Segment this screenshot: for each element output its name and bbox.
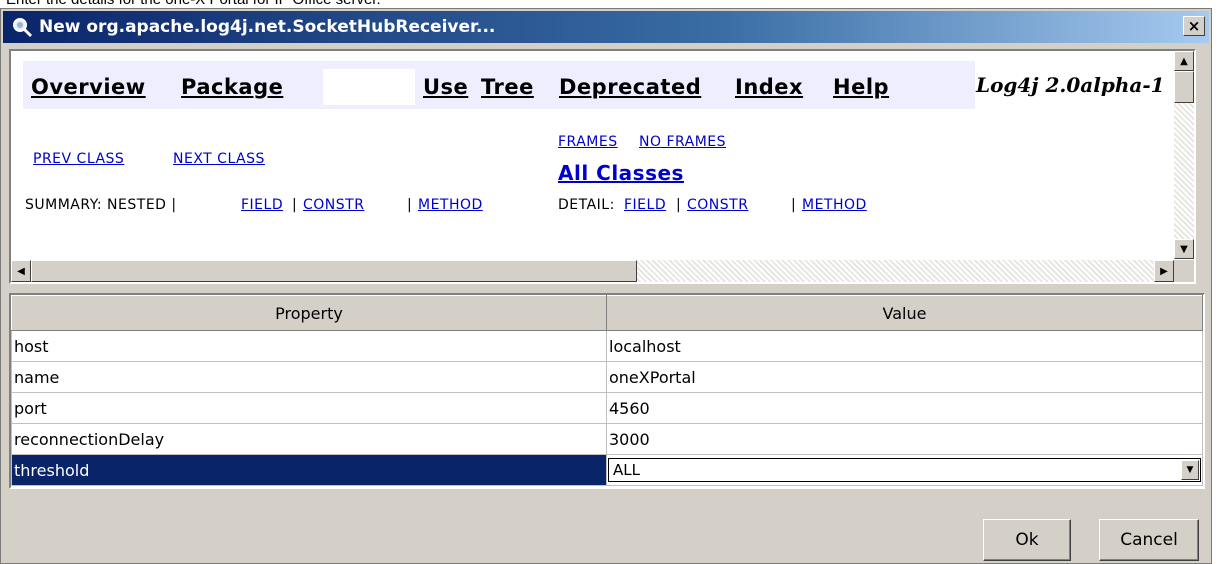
table-row[interactable]: port 4560: [11, 392, 1203, 424]
arrow-right-icon: ▶: [1160, 265, 1168, 277]
property-cell-host[interactable]: host: [11, 330, 607, 362]
property-cell-reconnection-delay[interactable]: reconnectionDelay: [11, 423, 607, 455]
value-cell-port[interactable]: 4560: [606, 392, 1203, 424]
summary-method-link[interactable]: METHOD: [418, 197, 483, 213]
nav-package-link[interactable]: Package: [181, 75, 283, 99]
title-bar[interactable]: New org.apache.log4j.net.SocketHubReceiv…: [3, 11, 1209, 43]
scrollbar-corner: [1174, 260, 1194, 282]
value-cell-host[interactable]: localhost: [606, 330, 1203, 362]
separator: |: [791, 197, 797, 213]
detail-label: DETAIL:: [558, 197, 615, 213]
threshold-select-value: ALL: [613, 461, 640, 479]
property-cell-port[interactable]: port: [11, 392, 607, 424]
value-cell-threshold: ALL ▼: [606, 454, 1203, 486]
table-header-row: Property Value: [11, 295, 1203, 331]
table-row[interactable]: host localhost: [11, 330, 1203, 362]
threshold-dropdown-button[interactable]: ▼: [1181, 460, 1199, 480]
page-caption: Enter the details for the one-X Portal f…: [6, 0, 381, 8]
separator: |: [407, 197, 413, 213]
version-label: Log4j 2.0alpha-1: [976, 73, 1165, 97]
nav-help-link[interactable]: Help: [833, 75, 889, 99]
separator: |: [292, 197, 298, 213]
table-row-selected[interactable]: threshold ALL ▼: [11, 454, 1203, 486]
window-title: New org.apache.log4j.net.SocketHubReceiv…: [39, 17, 496, 37]
all-classes-link[interactable]: All Classes: [558, 161, 684, 185]
summary-field-link[interactable]: FIELD: [241, 197, 283, 213]
search-magnifier-icon: [13, 18, 33, 38]
summary-constr-link[interactable]: CONSTR: [303, 197, 364, 213]
nav-index-link[interactable]: Index: [735, 75, 803, 99]
table-row[interactable]: name oneXPortal: [11, 361, 1203, 393]
vertical-scroll-thumb[interactable]: [1174, 71, 1194, 103]
horizontal-scroll-thumb[interactable]: [31, 260, 637, 282]
javadoc-navbar: Overview Package Use Tree Deprecated Ind…: [23, 61, 975, 109]
threshold-select[interactable]: ALL ▼: [608, 458, 1201, 482]
close-button[interactable]: ×: [1183, 16, 1205, 36]
scroll-down-button[interactable]: ▼: [1174, 239, 1194, 259]
vertical-scrollbar[interactable]: ▲ ▼: [1174, 51, 1194, 259]
prev-class-link[interactable]: PREV CLASS: [33, 151, 124, 167]
detail-field-link[interactable]: FIELD: [624, 197, 666, 213]
detail-method-link[interactable]: METHOD: [802, 197, 867, 213]
horizontal-scrollbar[interactable]: ◀ ▶: [11, 260, 1174, 282]
cancel-button[interactable]: Cancel: [1099, 519, 1199, 561]
chevron-down-icon: ▼: [1186, 465, 1194, 475]
next-class-link[interactable]: NEXT CLASS: [173, 151, 265, 167]
column-header-property[interactable]: Property: [11, 295, 607, 331]
property-table-container: Property Value host localhost name oneXP…: [9, 293, 1205, 489]
property-cell-threshold[interactable]: threshold: [11, 454, 607, 486]
arrow-up-icon: ▲: [1180, 55, 1188, 67]
nav-class-cell: [323, 69, 415, 105]
table-row[interactable]: reconnectionDelay 3000: [11, 423, 1203, 455]
arrow-down-icon: ▼: [1180, 243, 1188, 255]
nav-use-link[interactable]: Use: [423, 75, 468, 99]
separator: |: [676, 197, 682, 213]
frames-link[interactable]: FRAMES: [558, 134, 618, 150]
dialog-window: New org.apache.log4j.net.SocketHubReceiv…: [0, 8, 1212, 564]
summary-label: SUMMARY: NESTED |: [25, 197, 177, 213]
javadoc-browser-pane[interactable]: Overview Package Use Tree Deprecated Ind…: [9, 49, 1196, 284]
value-cell-name[interactable]: oneXPortal: [606, 361, 1203, 393]
nav-tree-link[interactable]: Tree: [481, 75, 534, 99]
nav-deprecated-link[interactable]: Deprecated: [559, 75, 701, 99]
value-cell-reconnection-delay[interactable]: 3000: [606, 423, 1203, 455]
arrow-left-icon: ◀: [17, 265, 25, 277]
scroll-left-button[interactable]: ◀: [11, 260, 31, 282]
nav-overview-link[interactable]: Overview: [31, 75, 146, 99]
scroll-up-button[interactable]: ▲: [1174, 51, 1194, 71]
detail-constr-link[interactable]: CONSTR: [687, 197, 748, 213]
no-frames-link[interactable]: NO FRAMES: [639, 134, 726, 150]
ok-button[interactable]: Ok: [983, 519, 1071, 561]
scroll-right-button[interactable]: ▶: [1154, 260, 1174, 282]
close-icon: ×: [1187, 16, 1201, 35]
column-header-value[interactable]: Value: [606, 295, 1203, 331]
property-table: Property Value host localhost name oneXP…: [11, 295, 1203, 486]
property-cell-name[interactable]: name: [11, 361, 607, 393]
